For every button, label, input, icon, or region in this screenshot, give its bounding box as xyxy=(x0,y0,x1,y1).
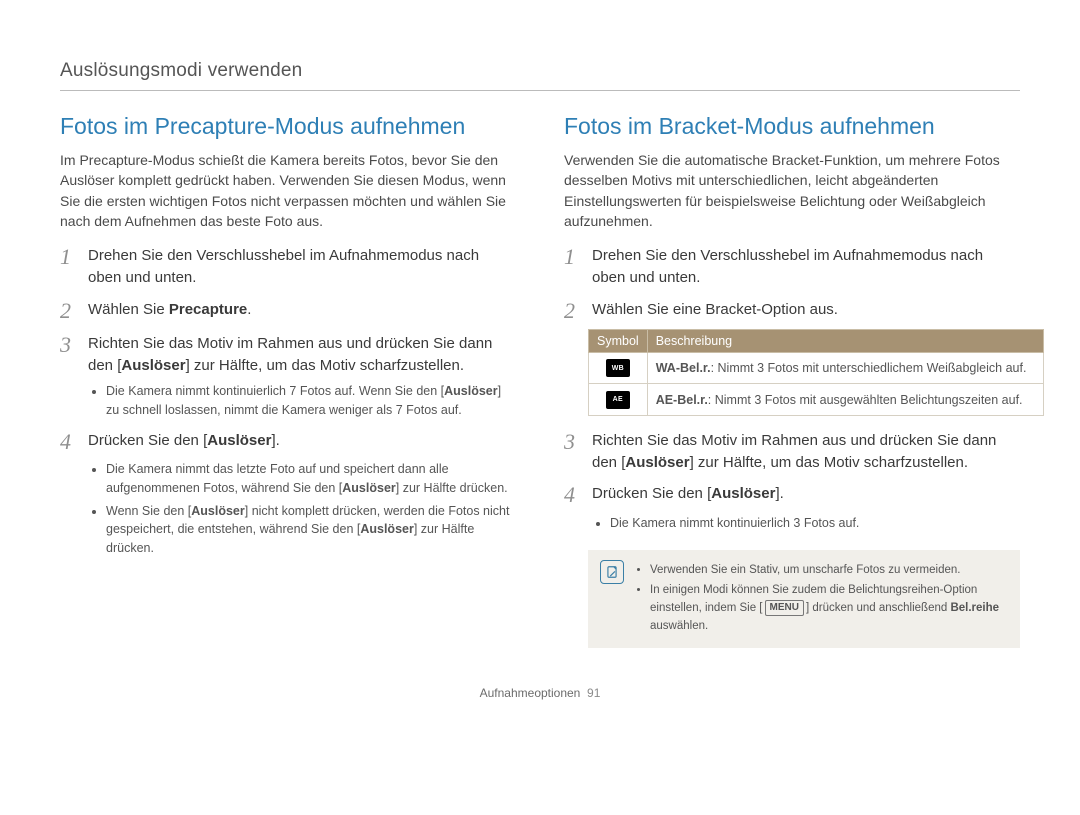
step: 3 Richten Sie das Motiv im Rahmen aus un… xyxy=(564,430,1020,474)
bullet: Wenn Sie den [Auslöser] nicht komplett d… xyxy=(106,502,516,558)
step-number: 4 xyxy=(564,483,580,507)
table-header-symbol: Symbol xyxy=(589,329,648,352)
tip-item: Verwenden Sie ein Stativ, um unscharfe F… xyxy=(650,562,1008,580)
wb-bracket-icon: WB xyxy=(606,359,630,377)
step: 1 Drehen Sie den Verschlusshebel im Aufn… xyxy=(60,245,516,289)
note-icon xyxy=(600,560,624,584)
table-header-description: Beschreibung xyxy=(647,329,1043,352)
step-number: 3 xyxy=(564,430,580,454)
right-steps: 1 Drehen Sie den Verschlusshebel im Aufn… xyxy=(564,245,1020,323)
bullet: Die Kamera nimmt kontinuierlich 7 Fotos … xyxy=(106,382,516,420)
right-heading: Fotos im Bracket-Modus aufnehmen xyxy=(564,113,1020,140)
step-number: 1 xyxy=(60,245,76,269)
left-heading: Fotos im Precapture-Modus aufnehmen xyxy=(60,113,516,140)
step: 3 Richten Sie das Motiv im Rahmen aus un… xyxy=(60,333,516,377)
left-steps-cont: 4 Drücken Sie den [Auslöser]. xyxy=(60,430,516,454)
step-number: 2 xyxy=(60,299,76,323)
page-number: 91 xyxy=(587,686,600,700)
symbol-cell: WB xyxy=(589,352,648,384)
step-sub-bullets: Die Kamera nimmt kontinuierlich 7 Fotos … xyxy=(106,382,516,420)
step-number: 3 xyxy=(60,333,76,357)
table-row: WB WA-Bel.r.: Nimmt 3 Fotos mit untersch… xyxy=(589,352,1044,384)
bullet: Die Kamera nimmt kontinuierlich 3 Fotos … xyxy=(610,514,1020,533)
step: 2 Wählen Sie Precapture. xyxy=(60,299,516,323)
right-column: Fotos im Bracket-Modus aufnehmen Verwend… xyxy=(564,113,1020,648)
section-title: Auslösungsmodi verwenden xyxy=(60,60,1020,91)
step-text: Drücken Sie den [Auslöser]. xyxy=(592,483,784,505)
desc-cell: AE-Bel.r.: Nimmt 3 Fotos mit ausgewählte… xyxy=(647,384,1043,416)
desc-cell: WA-Bel.r.: Nimmt 3 Fotos mit unterschied… xyxy=(647,352,1043,384)
step-number: 2 xyxy=(564,299,580,323)
step: 2 Wählen Sie eine Bracket-Option aus. xyxy=(564,299,1020,323)
step: 4 Drücken Sie den [Auslöser]. xyxy=(564,483,1020,507)
menu-key-icon: MENU xyxy=(765,600,804,616)
left-intro: Im Precapture-Modus schießt die Kamera b… xyxy=(60,150,516,231)
step-sub-bullets: Die Kamera nimmt kontinuierlich 3 Fotos … xyxy=(610,514,1020,533)
step-text: Drehen Sie den Verschlusshebel im Aufnah… xyxy=(88,245,516,289)
two-column-layout: Fotos im Precapture-Modus aufnehmen Im P… xyxy=(60,113,1020,648)
ae-bracket-icon: AE xyxy=(606,391,630,409)
step-text: Richten Sie das Motiv im Rahmen aus und … xyxy=(88,333,516,377)
tip-item: In einigen Modi können Sie zudem die Bel… xyxy=(650,582,1008,635)
bracket-options-table: Symbol Beschreibung WB WA-Bel.r.: Nimmt … xyxy=(588,329,1044,416)
footer-label: Aufnahmeoptionen xyxy=(480,686,581,700)
table-row: AE AE-Bel.r.: Nimmt 3 Fotos mit ausgewäh… xyxy=(589,384,1044,416)
step: 1 Drehen Sie den Verschlusshebel im Aufn… xyxy=(564,245,1020,289)
step-text: Drücken Sie den [Auslöser]. xyxy=(88,430,280,452)
left-column: Fotos im Precapture-Modus aufnehmen Im P… xyxy=(60,113,516,648)
step-text: Drehen Sie den Verschlusshebel im Aufnah… xyxy=(592,245,1020,289)
bullet: Die Kamera nimmt das letzte Foto auf und… xyxy=(106,460,516,498)
page: Auslösungsmodi verwenden Fotos im Precap… xyxy=(0,0,1080,730)
step-text: Wählen Sie eine Bracket-Option aus. xyxy=(592,299,838,321)
right-steps-cont: 3 Richten Sie das Motiv im Rahmen aus un… xyxy=(564,430,1020,508)
left-steps: 1 Drehen Sie den Verschlusshebel im Aufn… xyxy=(60,245,516,376)
step-text: Wählen Sie Precapture. xyxy=(88,299,251,321)
right-intro: Verwenden Sie die automatische Bracket-F… xyxy=(564,150,1020,231)
symbol-cell: AE xyxy=(589,384,648,416)
tip-list: Verwenden Sie ein Stativ, um unscharfe F… xyxy=(634,560,1008,637)
step-number: 4 xyxy=(60,430,76,454)
step-text: Richten Sie das Motiv im Rahmen aus und … xyxy=(592,430,1020,474)
tip-box: Verwenden Sie ein Stativ, um unscharfe F… xyxy=(588,550,1020,647)
step-number: 1 xyxy=(564,245,580,269)
step-sub-bullets: Die Kamera nimmt das letzte Foto auf und… xyxy=(106,460,516,558)
step: 4 Drücken Sie den [Auslöser]. xyxy=(60,430,516,454)
page-footer: Aufnahmeoptionen 91 xyxy=(60,686,1020,700)
